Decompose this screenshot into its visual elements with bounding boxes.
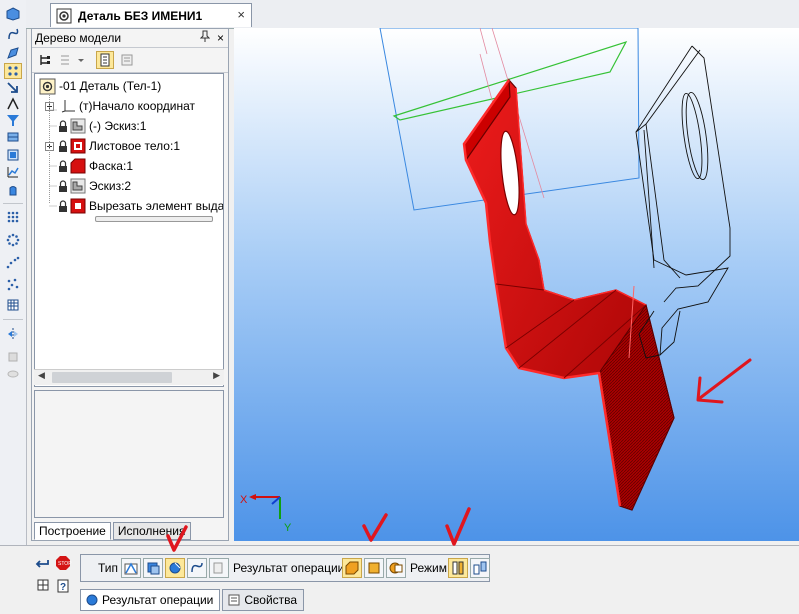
disabled-tool-icon-2 — [4, 366, 22, 382]
tree-connector-lines — [49, 95, 57, 207]
type-label: Тип — [98, 561, 119, 575]
tab-operation-result-label: Результат операции — [102, 593, 214, 607]
axis-x-label: X — [240, 494, 248, 506]
properties-view-icon[interactable] — [118, 51, 136, 69]
model-tree-header: Дерево модели × — [32, 29, 228, 48]
tab-properties[interactable]: Свойства — [222, 589, 305, 611]
properties-icon — [227, 593, 241, 607]
axis-y-label: Y — [284, 522, 292, 534]
scroll-thumb[interactable] — [52, 372, 172, 383]
model-tree[interactable]: -01 Деталь (Тел-1) (т)Начало координат (… — [34, 73, 224, 387]
part-document-icon — [56, 8, 72, 24]
show-tree-icon[interactable] — [96, 51, 114, 69]
properties-bar-left-controls: STOP ? — [34, 554, 76, 598]
pen-icon[interactable] — [4, 45, 22, 61]
mode-option-2-icon[interactable] — [470, 558, 490, 578]
filter-icon[interactable] — [4, 112, 22, 128]
arrow-in-icon[interactable] — [4, 80, 22, 96]
disabled-tool-icon — [4, 349, 22, 365]
pin-icon[interactable] — [200, 29, 210, 43]
annotation-check-2 — [362, 513, 388, 542]
measure-icon[interactable] — [4, 129, 22, 145]
hand-icon[interactable] — [4, 182, 22, 198]
viewport-canvas[interactable]: X Y — [234, 28, 799, 541]
result-option-3-icon[interactable] — [386, 558, 406, 578]
sheet-icon[interactable] — [4, 147, 22, 163]
close-panel-icon[interactable]: × — [217, 29, 224, 47]
table-array-icon[interactable] — [4, 297, 22, 313]
operation-result-label: Результат операции — [233, 561, 345, 575]
document-tab-title: Деталь БЕЗ ИМЕНИ1 — [78, 8, 203, 23]
angle-icon[interactable] — [4, 96, 22, 112]
tab-operation-result[interactable]: Результат операции — [80, 589, 221, 611]
type-option-5-icon[interactable] — [209, 558, 229, 578]
type-option-1-icon[interactable] — [121, 558, 141, 578]
chart-icon[interactable] — [4, 164, 22, 180]
model-tree-toolbar — [32, 48, 228, 73]
tree-scroll-marker — [95, 216, 213, 222]
tree-structure-icon[interactable] — [36, 51, 54, 69]
point-array-icon[interactable] — [4, 276, 22, 292]
type-option-4-icon[interactable] — [187, 558, 207, 578]
mode-label: Режим — [410, 561, 447, 575]
result-option-2-icon[interactable] — [364, 558, 384, 578]
scroll-left-icon[interactable]: ◀ — [38, 370, 45, 381]
document-tab[interactable]: Деталь БЕЗ ИМЕНИ1 × — [50, 3, 252, 27]
close-tab-icon[interactable]: × — [237, 7, 245, 22]
operation-result-icon — [85, 593, 99, 607]
curve-array-icon[interactable] — [4, 255, 22, 271]
grid-icon[interactable] — [37, 579, 49, 591]
type-option-3-icon[interactable] — [165, 558, 185, 578]
cube-view-icon[interactable] — [4, 6, 22, 22]
tree-view-dropdown[interactable] — [58, 51, 86, 69]
curve-icon[interactable] — [4, 26, 22, 42]
properties-tabs: Результат операции Свойства — [80, 589, 306, 611]
stop-label: STOP — [58, 561, 72, 567]
tab-properties-label: Свойства — [244, 593, 298, 607]
scroll-right-icon[interactable]: ▶ — [213, 370, 220, 381]
type-option-2-icon[interactable] — [143, 558, 163, 578]
svg-text:?: ? — [60, 582, 66, 593]
points-grid-icon[interactable] — [4, 63, 22, 79]
annotation-check-3 — [445, 507, 471, 546]
help-icon[interactable]: ? — [57, 579, 69, 593]
tree-horizontal-scrollbar[interactable]: ◀ ▶ — [34, 369, 224, 385]
tab-construction[interactable]: Построение — [34, 522, 111, 540]
3d-viewport[interactable]: X Y — [234, 28, 799, 541]
circular-array-icon[interactable] — [4, 232, 22, 248]
document-tabstrip: Деталь БЕЗ ИМЕНИ1 × — [26, 0, 799, 29]
result-option-1-icon[interactable] — [342, 558, 362, 578]
model-tree-title: Дерево модели — [35, 31, 122, 45]
annotation-check-1 — [166, 525, 188, 552]
array-icon[interactable] — [4, 209, 22, 225]
model-tree-panel: Дерево модели × -01 Деталь (Тел-1) (т)На… — [31, 28, 229, 541]
operation-toolbar: Тип Результат операции Режим — [80, 554, 490, 582]
left-toolbar — [0, 0, 27, 545]
enter-icon[interactable] — [35, 560, 49, 568]
tree-detail-area — [34, 390, 224, 518]
mode-option-1-icon[interactable] — [448, 558, 468, 578]
properties-bar: STOP ? Тип Результат операции Режим Резу… — [0, 545, 799, 614]
mirror-icon[interactable] — [4, 326, 22, 342]
